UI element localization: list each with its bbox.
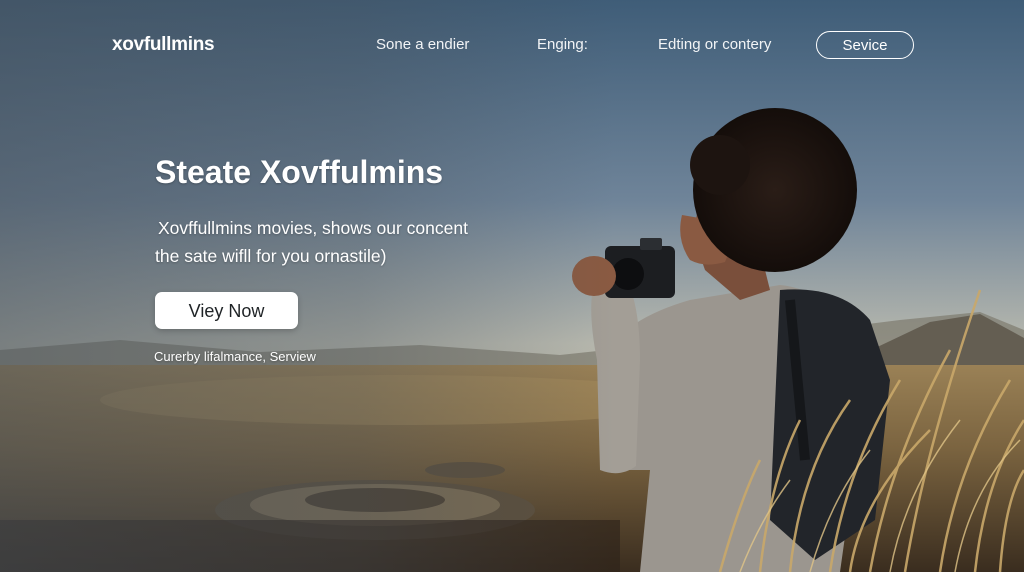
logo[interactable]: xovfullmins	[112, 34, 215, 56]
hero-caption: Curerby lifalmance, Serview	[154, 349, 316, 364]
view-now-button[interactable]: Viey Now	[155, 292, 298, 329]
hero-headline: Steate Xovffulmins	[155, 154, 444, 190]
service-button[interactable]: Sevice	[816, 31, 914, 59]
nav-link-3[interactable]: Edting or contery	[658, 36, 771, 53]
top-navigation: xovfullmins Sone a endier Enging: Edting…	[0, 0, 1024, 90]
hero-subline-2: the sate wifll for you ornastile)	[155, 246, 387, 266]
nav-link-2[interactable]: Enging:	[537, 36, 588, 53]
hero-subline-1: Xovffullmins movies, shows our concent	[158, 218, 468, 238]
nav-link-1[interactable]: Sone a endier	[376, 36, 469, 53]
hero-section: xovfullmins Sone a endier Enging: Edting…	[0, 0, 1024, 572]
